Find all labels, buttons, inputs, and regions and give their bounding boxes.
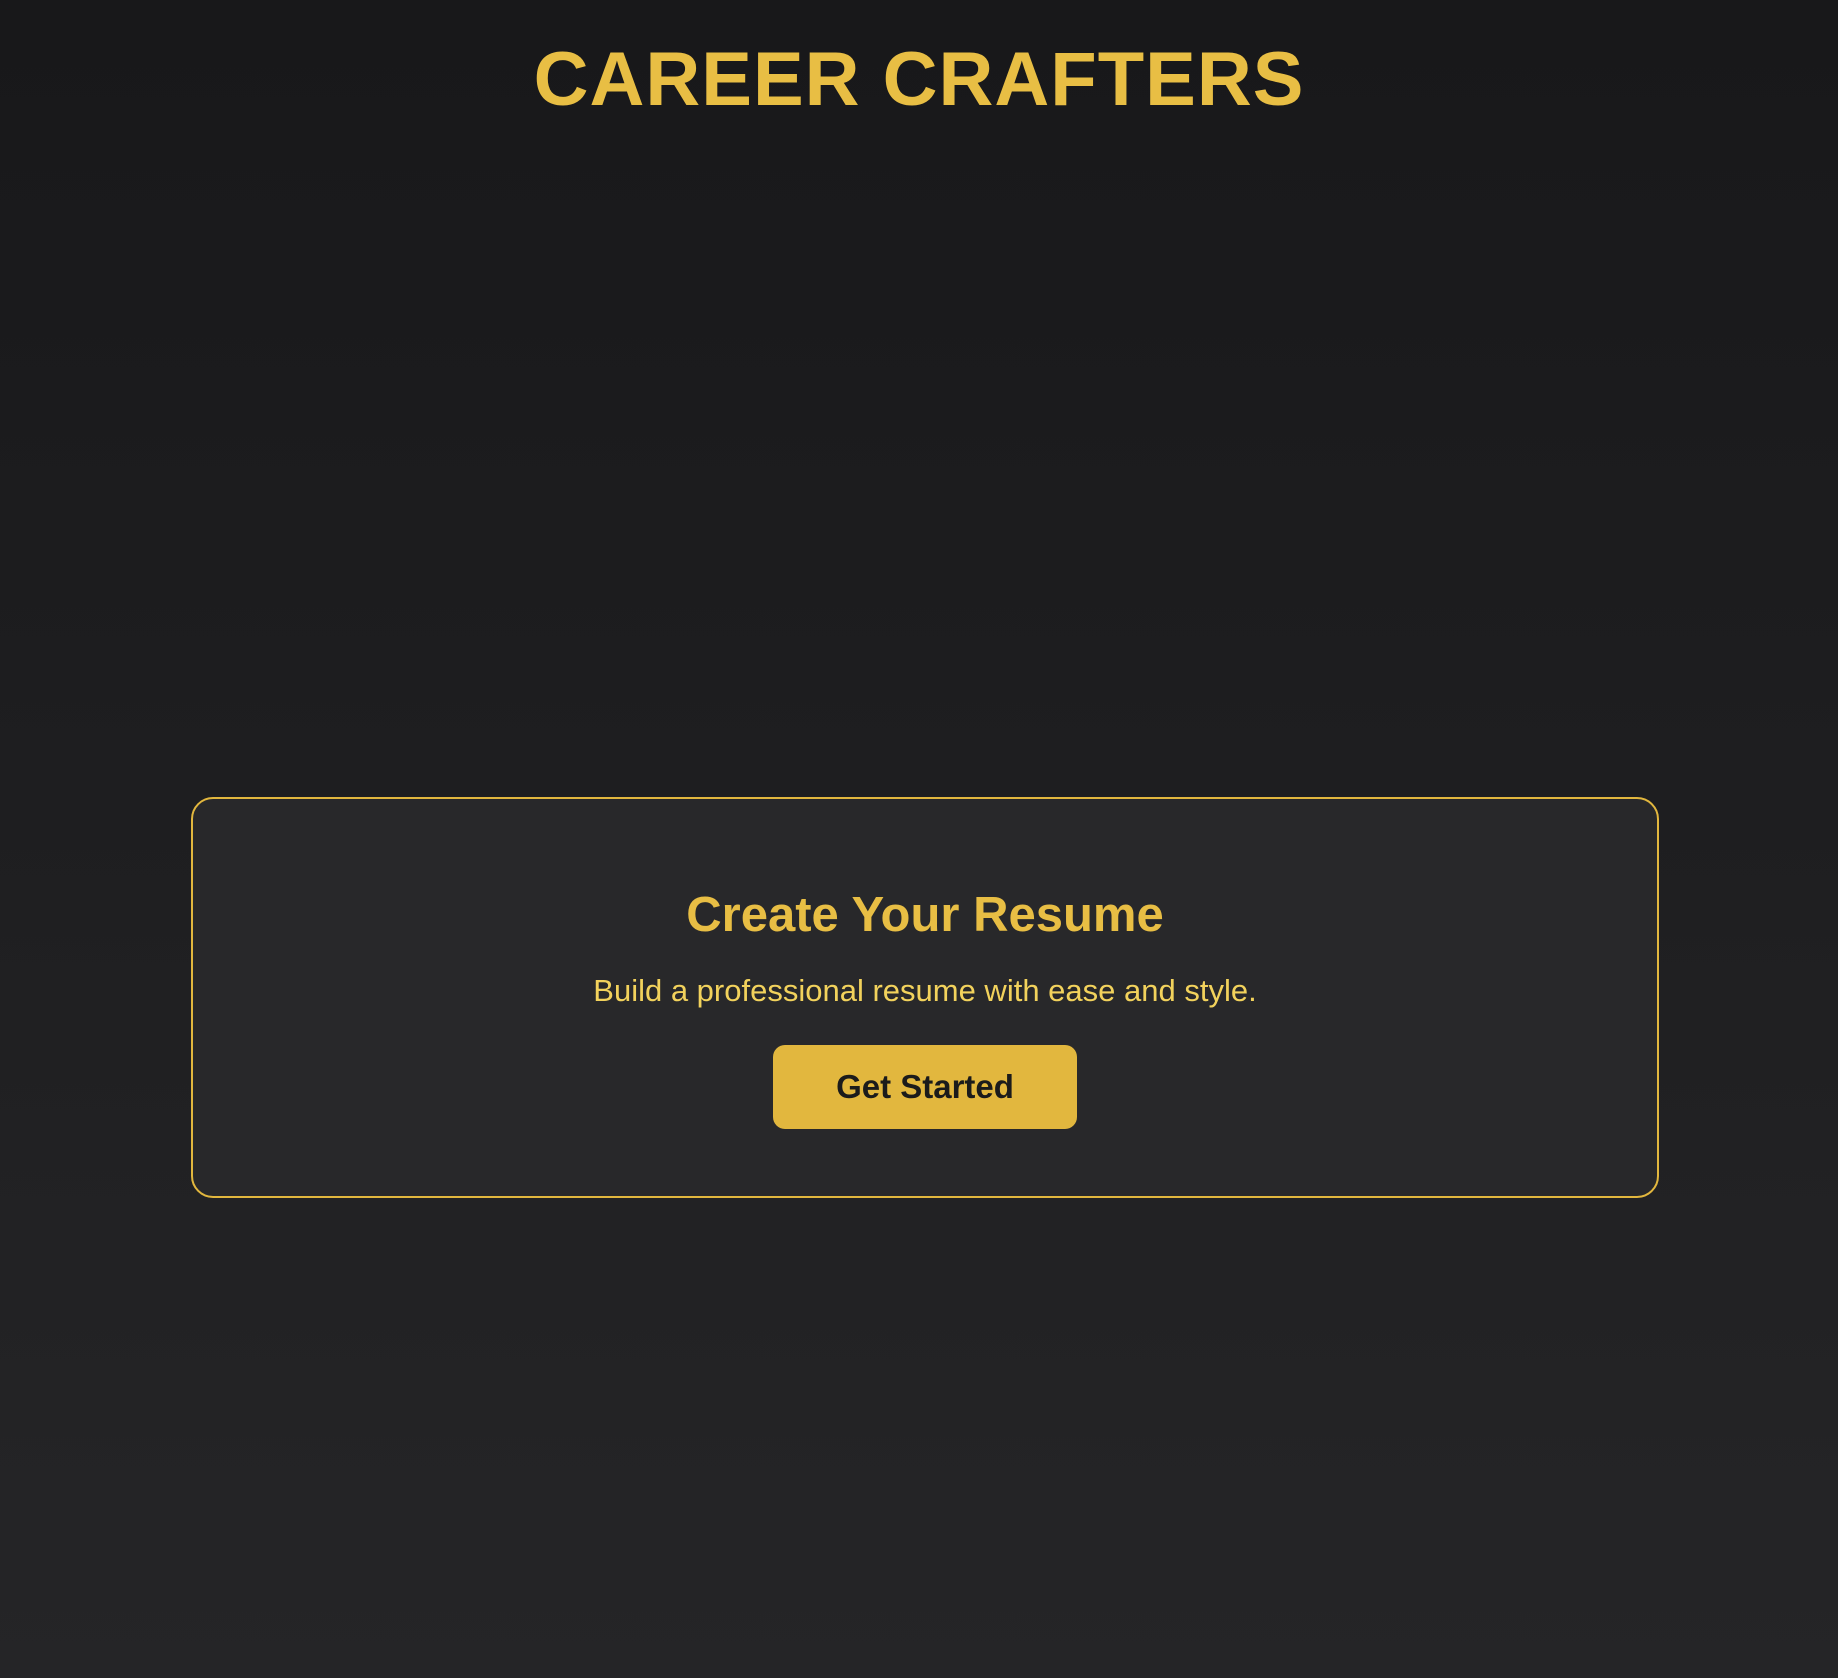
- site-title: CAREER CRAFTERS: [533, 37, 1305, 122]
- card-title: Create Your Resume: [686, 888, 1164, 942]
- card-subtitle: Build a professional resume with ease an…: [593, 973, 1257, 1008]
- create-resume-card: Create Your Resume Build a professional …: [191, 797, 1659, 1198]
- get-started-button[interactable]: Get Started: [773, 1045, 1077, 1129]
- site-header: CAREER CRAFTERS: [0, 0, 1838, 160]
